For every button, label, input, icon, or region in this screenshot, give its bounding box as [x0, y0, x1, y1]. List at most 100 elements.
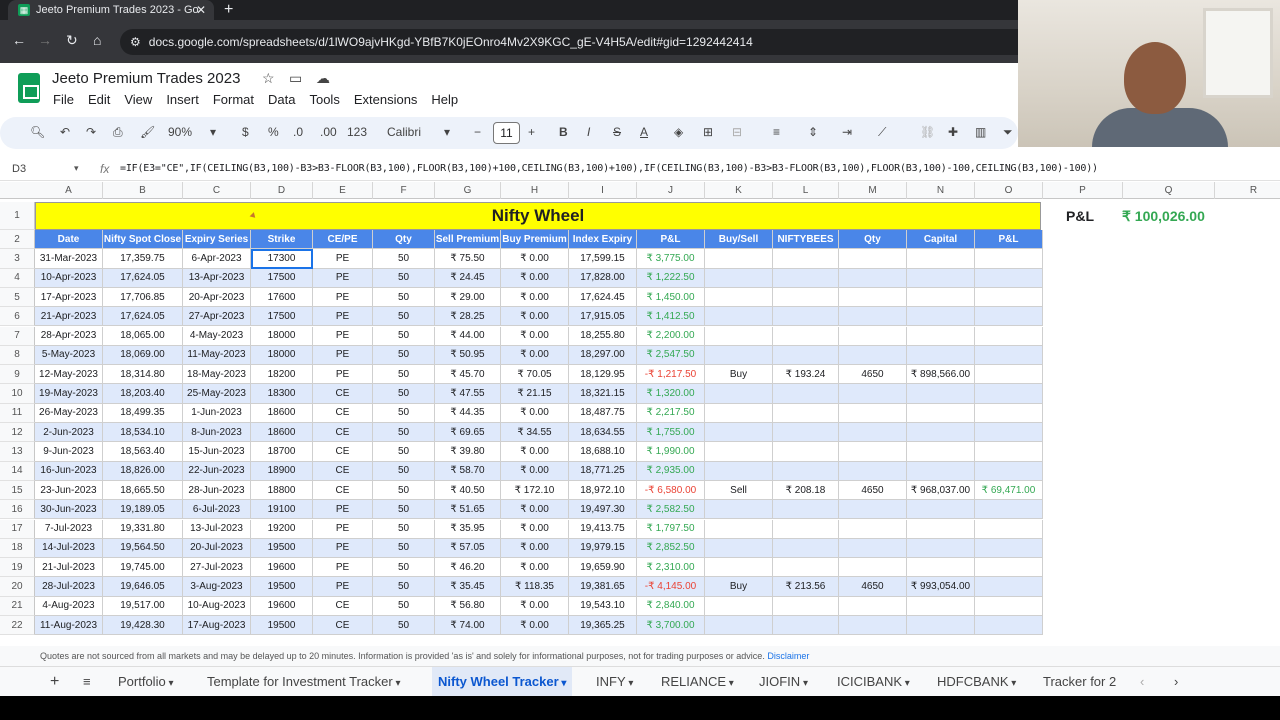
chevron-down-icon[interactable]: ▾	[74, 163, 79, 174]
sheet-tab[interactable]: HDFCBANK ▾	[931, 667, 1022, 697]
table-cell[interactable]	[839, 307, 907, 327]
table-cell[interactable]: 18,826.00	[103, 461, 183, 481]
row-number[interactable]: 13	[0, 442, 35, 462]
table-cell[interactable]: 18-May-2023	[183, 365, 251, 385]
table-cell[interactable]: 17,624.05	[103, 307, 183, 327]
table-cell[interactable]: 18000	[251, 345, 313, 366]
table-cell[interactable]: ₹ 0.00	[501, 596, 569, 616]
text-wrap-icon[interactable]: ⇥	[842, 125, 852, 139]
row-number[interactable]: 5	[0, 287, 35, 308]
table-cell[interactable]: -₹ 6,580.00	[637, 480, 705, 501]
column-title[interactable]: Date	[35, 230, 103, 250]
column-title[interactable]: Strike	[251, 230, 313, 250]
table-cell[interactable]: ₹ 40.50	[435, 480, 501, 501]
menu-extensions[interactable]: Extensions	[354, 92, 418, 107]
table-cell[interactable]: ₹ 2,310.00	[637, 558, 705, 578]
table-cell[interactable]: ₹ 21.15	[501, 384, 569, 404]
table-cell[interactable]: 10-Apr-2023	[35, 268, 103, 288]
undo-icon[interactable]: ↶	[60, 125, 70, 139]
table-cell[interactable]: 19,543.10	[569, 596, 637, 616]
table-cell[interactable]	[705, 384, 773, 404]
table-cell[interactable]: ₹ 45.70	[435, 365, 501, 385]
table-cell[interactable]	[975, 577, 1043, 597]
table-cell[interactable]	[839, 616, 907, 636]
decrease-decimal-button[interactable]: .0	[293, 125, 303, 139]
scroll-left-icon[interactable]: ‹	[1134, 667, 1150, 697]
table-cell[interactable]: 19500	[251, 616, 313, 636]
table-cell[interactable]: 23-Jun-2023	[35, 480, 103, 501]
table-cell[interactable]: ₹ 46.20	[435, 558, 501, 578]
table-cell[interactable]: ₹ 1,320.00	[637, 384, 705, 404]
table-cell[interactable]: 4650	[839, 365, 907, 385]
sheet-tab[interactable]: Template for Investment Tracker ▾	[201, 667, 407, 697]
table-cell[interactable]: PE	[313, 307, 373, 327]
table-cell[interactable]: ₹ 0.00	[501, 500, 569, 520]
table-cell[interactable]	[773, 461, 839, 481]
table-cell[interactable]: PE	[313, 249, 373, 269]
table-cell[interactable]: 6-Jul-2023	[183, 500, 251, 520]
table-cell[interactable]: 18,771.25	[569, 461, 637, 481]
table-cell[interactable]: ₹ 2,217.50	[637, 403, 705, 423]
column-header-d[interactable]: D	[251, 182, 313, 199]
table-cell[interactable]: ₹ 1,412.50	[637, 307, 705, 327]
row-number[interactable]: 2	[0, 230, 35, 250]
menu-edit[interactable]: Edit	[88, 92, 110, 107]
borders-icon[interactable]: ⊞	[703, 125, 713, 139]
table-cell[interactable]: ₹ 2,200.00	[637, 326, 705, 346]
table-cell[interactable]: ₹ 1,755.00	[637, 423, 705, 443]
table-cell[interactable]	[705, 461, 773, 481]
table-cell[interactable]: 17,915.05	[569, 307, 637, 327]
column-header-f[interactable]: F	[373, 182, 435, 199]
table-cell[interactable]	[907, 442, 975, 462]
table-cell[interactable]: ₹ 1,222.50	[637, 268, 705, 288]
total-pl-value[interactable]: ₹ 100,026.00	[1122, 208, 1205, 225]
move-folder-icon[interactable]: ▭	[289, 70, 302, 87]
print-icon[interactable]: ⎙	[113, 125, 123, 140]
column-header-m[interactable]: M	[839, 182, 907, 199]
table-cell[interactable]: ₹ 2,935.00	[637, 461, 705, 481]
table-cell[interactable]: 20-Apr-2023	[183, 287, 251, 308]
table-cell[interactable]: 17-Aug-2023	[183, 616, 251, 636]
table-cell[interactable]: 17500	[251, 307, 313, 327]
menu-help[interactable]: Help	[431, 92, 458, 107]
column-header-j[interactable]: J	[637, 182, 705, 199]
table-cell[interactable]: 50	[373, 558, 435, 578]
table-cell[interactable]: -₹ 4,145.00	[637, 577, 705, 597]
table-cell[interactable]: 18,534.10	[103, 423, 183, 443]
table-cell[interactable]: 18,321.15	[569, 384, 637, 404]
table-cell[interactable]: CE	[313, 596, 373, 616]
table-cell[interactable]	[773, 249, 839, 269]
column-header-r[interactable]: R	[1215, 182, 1280, 199]
table-cell[interactable]: ₹ 2,852.50	[637, 538, 705, 559]
table-cell[interactable]	[839, 423, 907, 443]
table-cell[interactable]: ₹ 1,450.00	[637, 287, 705, 308]
table-cell[interactable]: ₹ 44.35	[435, 403, 501, 423]
column-title[interactable]: Buy Premium	[501, 230, 569, 250]
table-cell[interactable]: 50	[373, 423, 435, 443]
table-cell[interactable]: ₹ 968,037.00	[907, 480, 975, 501]
table-cell[interactable]	[907, 268, 975, 288]
table-cell[interactable]: 11-May-2023	[183, 345, 251, 366]
table-cell[interactable]: ₹ 2,840.00	[637, 596, 705, 616]
table-cell[interactable]: 50	[373, 403, 435, 423]
table-cell[interactable]: 11-Aug-2023	[35, 616, 103, 636]
row-number[interactable]: 20	[0, 577, 35, 597]
table-cell[interactable]: 18,563.40	[103, 442, 183, 462]
table-cell[interactable]	[975, 384, 1043, 404]
table-cell[interactable]	[839, 384, 907, 404]
table-cell[interactable]: 50	[373, 519, 435, 539]
table-cell[interactable]: 18,255.80	[569, 326, 637, 346]
table-cell[interactable]: 19200	[251, 519, 313, 539]
table-cell[interactable]: 50	[373, 500, 435, 520]
table-cell[interactable]: ₹ 69.65	[435, 423, 501, 443]
table-cell[interactable]	[975, 249, 1043, 269]
table-cell[interactable]	[839, 519, 907, 539]
column-title[interactable]: NIFTYBEES	[773, 230, 839, 250]
column-header-p[interactable]: P	[1043, 182, 1123, 199]
column-header-b[interactable]: B	[103, 182, 183, 199]
sheet-title-banner[interactable]: Nifty Wheel	[35, 202, 1041, 230]
table-cell[interactable]: 12-May-2023	[35, 365, 103, 385]
table-cell[interactable]	[773, 384, 839, 404]
table-cell[interactable]	[907, 249, 975, 269]
row-number[interactable]: 6	[0, 307, 35, 327]
